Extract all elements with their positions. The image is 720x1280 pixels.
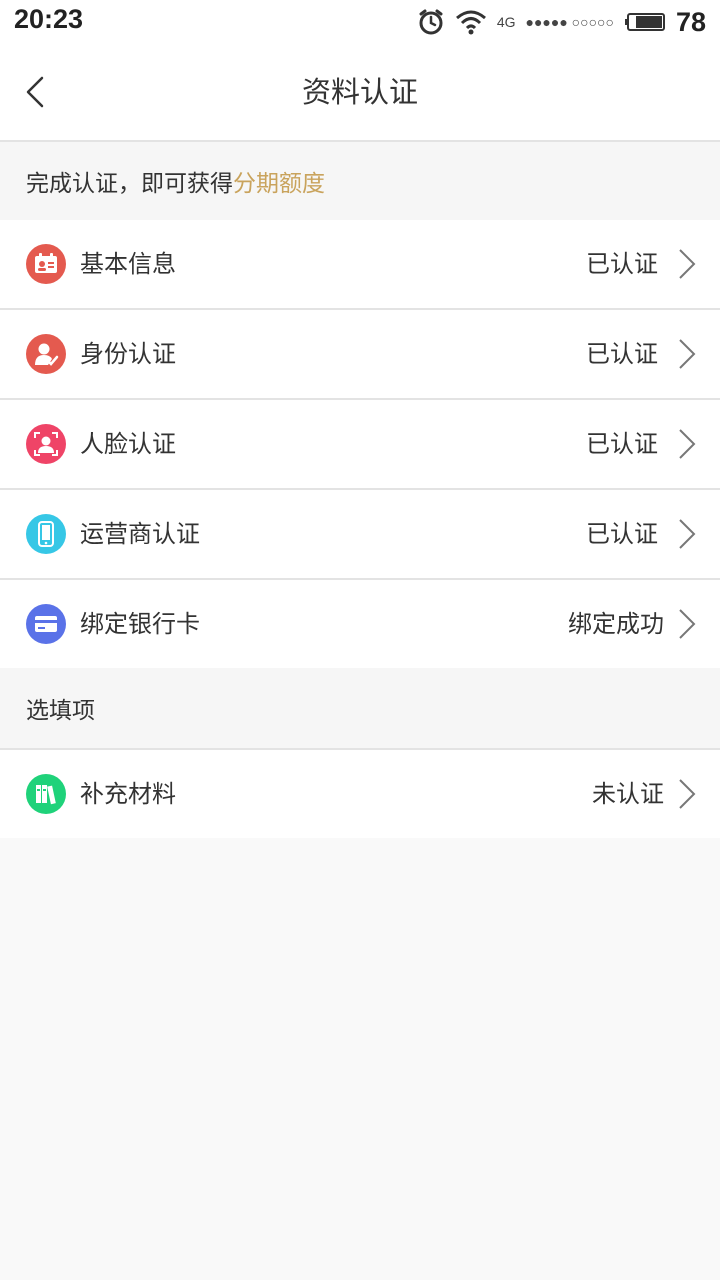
- optional-list: 补充材料 未认证: [0, 750, 720, 838]
- wifi-icon: [455, 10, 486, 35]
- chevron-right-icon: [679, 429, 696, 459]
- list-item-basic-info[interactable]: 基本信息 已认证: [0, 220, 720, 310]
- user-check-icon: [26, 334, 66, 374]
- face-scan-icon: [26, 424, 66, 464]
- chevron-right-icon: [679, 249, 696, 279]
- books-icon: [26, 774, 66, 814]
- alarm-clock-icon: [419, 9, 443, 35]
- page-title: 资料认证: [301, 75, 418, 109]
- battery-icon: [624, 13, 665, 31]
- signal-dots: ●●●●● ○○○○○: [525, 14, 614, 30]
- list-item-bank-card[interactable]: 绑定银行卡 绑定成功: [0, 580, 720, 668]
- optional-section-title: 选填项: [0, 668, 720, 750]
- list-item-label: 基本信息: [80, 250, 176, 278]
- quota-notice: 完成认证，即可获得 分期额度: [0, 142, 720, 220]
- list-item-identity[interactable]: 身份认证 已认证: [0, 310, 720, 400]
- list-item-label: 人脸认证: [80, 430, 176, 458]
- notice-text: 完成认证，即可获得: [26, 171, 233, 197]
- list-item-label: 绑定银行卡: [80, 610, 200, 638]
- status-text: 已认证: [586, 340, 658, 368]
- id-card-icon: [26, 244, 66, 284]
- status-text: 已认证: [586, 250, 658, 278]
- chevron-right-icon: [679, 519, 696, 549]
- status-text: 已认证: [586, 430, 658, 458]
- list-item-face[interactable]: 人脸认证 已认证: [0, 400, 720, 490]
- status-text: 绑定成功: [568, 610, 664, 638]
- status-text: 未认证: [592, 780, 664, 808]
- list-item-carrier[interactable]: 运营商认证 已认证: [0, 490, 720, 580]
- list-item-label: 运营商认证: [80, 520, 200, 548]
- chevron-right-icon: [679, 609, 696, 639]
- nav-bar: 资料认证: [0, 44, 720, 142]
- list-item-label: 补充材料: [80, 780, 176, 808]
- status-time: 20:23: [14, 4, 84, 34]
- chevron-right-icon: [679, 779, 696, 809]
- verification-list: 基本信息 已认证 身份认证 已认证 人脸认证 已认证 运营商认证 已认证 绑定银…: [0, 220, 720, 668]
- status-bar: 20:23 4G ●●●●● ○○○○○ 78: [0, 0, 720, 44]
- list-item-supplementary[interactable]: 补充材料 未认证: [0, 750, 720, 838]
- status-text: 已认证: [586, 520, 658, 548]
- chevron-right-icon: [679, 339, 696, 369]
- notice-highlight: 分期额度: [233, 171, 325, 197]
- network-type: 4G: [496, 14, 516, 30]
- battery-percent: 78: [675, 6, 706, 37]
- phone-icon: [26, 514, 66, 554]
- list-item-label: 身份认证: [80, 340, 176, 368]
- bank-card-icon: [26, 604, 66, 644]
- status-icons: 4G ●●●●● ○○○○○ 78: [417, 0, 706, 44]
